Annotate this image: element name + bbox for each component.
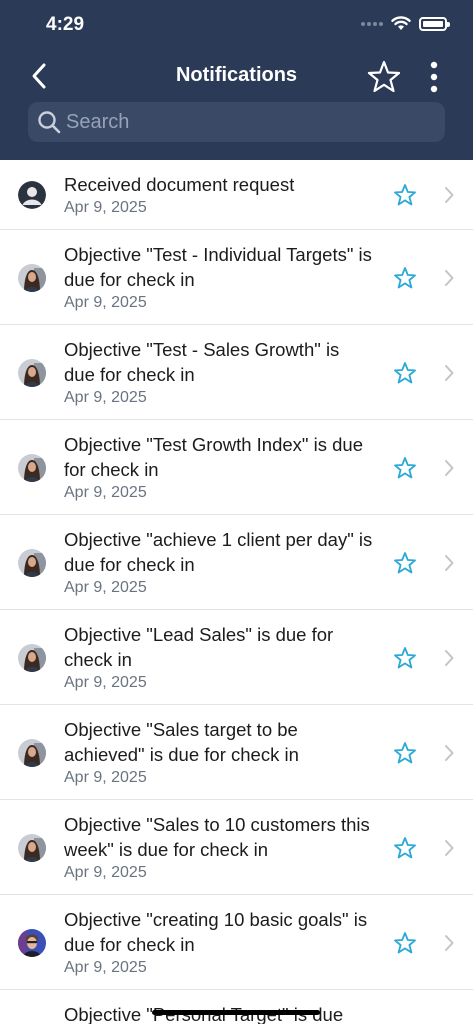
notification-content: Objective "Test Growth Index" is due for… xyxy=(64,432,374,504)
favorite-star-icon[interactable] xyxy=(393,183,417,207)
search-bar[interactable] xyxy=(28,102,445,142)
home-indicator xyxy=(152,1010,320,1015)
chevron-right-icon xyxy=(445,365,454,381)
notification-date: Apr 9, 2025 xyxy=(64,579,147,596)
notification-title: Objective "Sales target to be achieved" … xyxy=(64,719,299,765)
notification-content: Objective "creating 10 basic goals" is d… xyxy=(64,907,374,979)
notification-date: Apr 9, 2025 xyxy=(64,674,147,691)
favorite-star-icon[interactable] xyxy=(393,931,417,955)
notification-title: Received document request xyxy=(64,174,295,195)
notification-title: Objective "achieve 1 client per day" is … xyxy=(64,529,373,575)
notification-row[interactable]: Objective "Test Growth Index" is due for… xyxy=(0,420,473,515)
notification-date: Apr 9, 2025 xyxy=(64,864,147,881)
avatar xyxy=(18,929,46,957)
notification-content: Objective "Sales to 10 customers this we… xyxy=(64,812,374,884)
notification-date: Apr 9, 2025 xyxy=(64,484,147,501)
notification-content: Received document request Apr 9, 2025 xyxy=(64,172,374,219)
notification-content: Objective "Test - Sales Growth" is due f… xyxy=(64,337,374,409)
avatar xyxy=(18,181,46,209)
notification-title: Objective "Test - Individual Targets" is… xyxy=(64,244,372,290)
notification-row[interactable]: Objective "creating 10 basic goals" is d… xyxy=(0,895,473,990)
search-icon xyxy=(38,111,61,134)
notification-row[interactable]: Objective "Test - Individual Targets" is… xyxy=(0,230,473,325)
notification-list: Received document request Apr 9, 2025 Obje… xyxy=(0,160,473,1024)
favorite-star-icon[interactable] xyxy=(393,836,417,860)
more-vertical-icon[interactable] xyxy=(420,60,448,94)
avatar xyxy=(18,834,46,862)
search-input[interactable] xyxy=(66,110,426,134)
avatar xyxy=(18,549,46,577)
notification-content: Objective "Lead Sales" is due for check … xyxy=(64,622,374,694)
notification-row[interactable]: Objective "Sales to 10 customers this we… xyxy=(0,800,473,895)
status-icons xyxy=(361,16,450,31)
notification-row[interactable]: Received document request Apr 9, 2025 xyxy=(0,160,473,230)
favorite-star-icon[interactable] xyxy=(393,551,417,575)
notification-content: Objective "Test - Individual Targets" is… xyxy=(64,242,374,314)
chevron-right-icon xyxy=(445,270,454,286)
avatar xyxy=(18,644,46,672)
cellular-signal-icon xyxy=(361,21,383,26)
favorite-star-icon[interactable] xyxy=(393,266,417,290)
favorite-star-icon[interactable] xyxy=(393,361,417,385)
notification-title: Objective "creating 10 basic goals" is d… xyxy=(64,909,368,955)
chevron-right-icon xyxy=(445,840,454,856)
chevron-right-icon xyxy=(445,935,454,951)
notification-date: Apr 9, 2025 xyxy=(64,959,147,976)
notification-content: Objective "achieve 1 client per day" is … xyxy=(64,527,374,599)
notification-date: Apr 9, 2025 xyxy=(64,769,147,786)
avatar xyxy=(18,264,46,292)
notification-title: Objective "Lead Sales" is due for check … xyxy=(64,624,334,670)
notification-title: Objective "Test - Sales Growth" is due f… xyxy=(64,339,340,385)
header: 4:29 Notifications xyxy=(0,0,473,160)
wifi-icon xyxy=(391,16,411,30)
notification-content: Objective "Sales target to be achieved" … xyxy=(64,717,374,789)
chevron-right-icon xyxy=(445,650,454,666)
notification-date: Apr 9, 2025 xyxy=(64,389,147,406)
favorite-star-icon[interactable] xyxy=(393,741,417,765)
notification-title: Objective "Sales to 10 customers this we… xyxy=(64,814,370,860)
notification-date: Apr 9, 2025 xyxy=(64,199,147,216)
chevron-right-icon xyxy=(445,187,454,203)
notification-row[interactable]: Objective "Test - Sales Growth" is due f… xyxy=(0,325,473,420)
battery-icon xyxy=(419,16,450,31)
avatar xyxy=(18,359,46,387)
notification-row[interactable]: Objective "achieve 1 client per day" is … xyxy=(0,515,473,610)
notification-row[interactable]: Objective "Personal Target" is due xyxy=(0,990,473,1024)
notification-date: Apr 9, 2025 xyxy=(64,294,147,311)
status-time: 4:29 xyxy=(46,14,85,35)
favorite-star-icon[interactable] xyxy=(393,456,417,480)
favorites-star-icon[interactable] xyxy=(366,59,402,95)
chevron-right-icon xyxy=(445,745,454,761)
notification-row[interactable]: Objective "Sales target to be achieved" … xyxy=(0,705,473,800)
notification-row[interactable]: Objective "Lead Sales" is due for check … xyxy=(0,610,473,705)
chevron-right-icon xyxy=(445,460,454,476)
page-title: Notifications xyxy=(175,64,298,86)
chevron-right-icon xyxy=(445,555,454,571)
favorite-star-icon[interactable] xyxy=(393,646,417,670)
avatar xyxy=(18,739,46,767)
avatar xyxy=(18,454,46,482)
notification-title: Objective "Test Growth Index" is due for… xyxy=(64,434,363,480)
